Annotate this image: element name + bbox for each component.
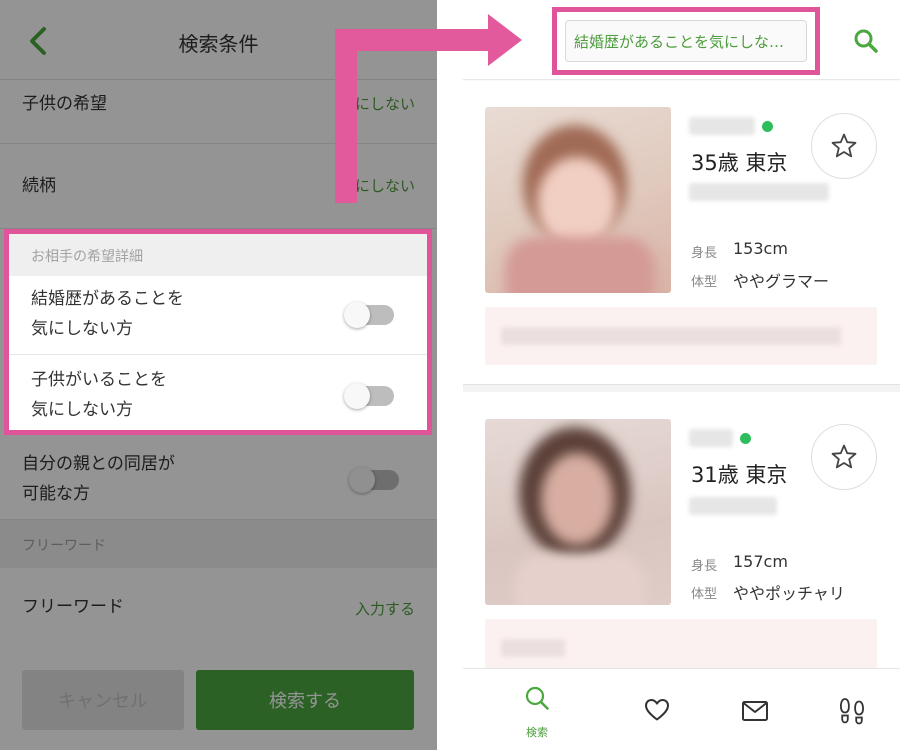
toggle-label-line2: 可能な方 (22, 484, 90, 504)
body-type-label: 体型 (691, 587, 718, 602)
search-icon[interactable] (853, 28, 879, 54)
toggle-label-line2: 気にしない方 (31, 319, 133, 339)
heart-icon (645, 699, 669, 721)
age-location: 31歳 東京 (691, 463, 788, 487)
body-type-value: ややポッチャリ (733, 584, 845, 603)
subinfo-blurred (689, 183, 829, 201)
message-blurred (501, 327, 841, 345)
profile-card[interactable]: 35歳 東京 身長 153cm 体型 ややグラマー (463, 81, 900, 384)
height-value: 157cm (733, 552, 788, 571)
nav-messages[interactable] (714, 669, 794, 750)
toggle-label-line2: 気にしない方 (31, 400, 133, 420)
height-label: 身長 (691, 246, 718, 261)
toggle-label: 子供がいることを 気にしない方 (31, 365, 167, 425)
parent-cohabitation-toggle[interactable] (349, 467, 399, 493)
row-parent-cohabitation: 自分の親との同居が 可能な方 (0, 437, 437, 520)
section-header-freeword: フリーワード (0, 520, 437, 568)
row-label: フリーワード (22, 597, 124, 617)
row-value: 気にしない (339, 95, 415, 113)
age-location: 35歳 東京 (691, 151, 788, 175)
row-label: 子供の希望 (22, 94, 107, 114)
profile-photo[interactable] (485, 107, 671, 293)
toggle-label-line1: 結婚歴があることを (31, 289, 184, 309)
star-icon (831, 444, 857, 469)
message-blurred (501, 639, 565, 657)
favorite-button[interactable] (811, 424, 877, 490)
nav-search[interactable]: 検索 (497, 669, 577, 750)
section-title: フリーワード (22, 538, 106, 554)
favorite-button[interactable] (811, 113, 877, 179)
cancel-button[interactable]: キャンセル (22, 670, 184, 730)
left-header: 検索条件 (0, 0, 437, 80)
name-blurred (689, 429, 733, 447)
toggle-label: 自分の親との同居が 可能な方 (22, 449, 175, 509)
bottom-nav: 検索 (463, 668, 900, 750)
body-type-label: 体型 (691, 275, 718, 290)
row-divorce-ok: 結婚歴があることを 気にしない方 (9, 276, 427, 355)
toggle-label: 結婚歴があることを 気にしない方 (31, 284, 184, 344)
divorce-ok-toggle[interactable] (344, 302, 394, 328)
children-ok-toggle[interactable] (344, 383, 394, 409)
online-status-icon (762, 121, 773, 132)
left-footer: キャンセル 検索する (0, 648, 437, 750)
nav-label: 検索 (526, 726, 548, 739)
toggle-knob (344, 302, 370, 328)
search-button[interactable]: 検索する (196, 670, 414, 730)
highlight-frame-detail: お相手の希望詳細 結婚歴があることを 気にしない方 子供がいることを 気にしない… (4, 229, 432, 435)
online-status-icon (740, 433, 751, 444)
toggle-knob (349, 467, 375, 493)
search-icon (525, 686, 549, 710)
page-title: 検索条件 (178, 32, 259, 56)
search-query-field[interactable]: 結婚歴があることを気にしな… (565, 20, 807, 62)
nav-likes[interactable] (617, 669, 697, 750)
mail-icon (742, 701, 768, 721)
row-relationship[interactable]: 続柄 気にしない (0, 144, 437, 229)
height-value: 153cm (733, 239, 788, 258)
body-type-value: ややグラマー (733, 272, 830, 291)
toggle-knob (344, 383, 370, 409)
row-freeword[interactable]: フリーワード 入力する (0, 568, 437, 648)
subinfo-blurred (689, 497, 777, 515)
nav-footprints[interactable] (811, 669, 891, 750)
message-preview (485, 307, 877, 365)
row-value: 入力する (354, 600, 415, 618)
profile-photo[interactable] (485, 419, 671, 605)
footprints-icon (839, 698, 864, 725)
row-children-wish[interactable]: 子供の希望 気にしない (0, 80, 437, 144)
toggle-label-line1: 子供がいることを (31, 370, 167, 390)
star-icon (831, 133, 857, 158)
name-blurred (689, 117, 755, 135)
row-children-ok: 子供がいることを 気にしない方 (9, 355, 427, 430)
row-value: 気にしない (339, 177, 415, 195)
search-results-screen: 結婚歴があることを気にしな… 35歳 東京 身長 153cm 体型 ややグラマー (463, 0, 900, 750)
right-header: 結婚歴があることを気にしな… (463, 0, 900, 80)
section-title: お相手の希望詳細 (31, 249, 143, 265)
section-header-detail: お相手の希望詳細 (9, 234, 427, 276)
toggle-label-line1: 自分の親との同居が (22, 454, 175, 474)
card-separator (463, 384, 900, 392)
search-conditions-screen: 検索条件 子供の希望 気にしない 続柄 気にしない 自分の親との同居が 可能な方… (0, 0, 437, 750)
profile-card[interactable]: 31歳 東京 身長 157cm 体型 ややポッチャリ (463, 393, 900, 677)
highlight-frame-query: 結婚歴があることを気にしな… (552, 7, 820, 75)
row-label: 続柄 (22, 176, 56, 196)
height-label: 身長 (691, 559, 718, 574)
